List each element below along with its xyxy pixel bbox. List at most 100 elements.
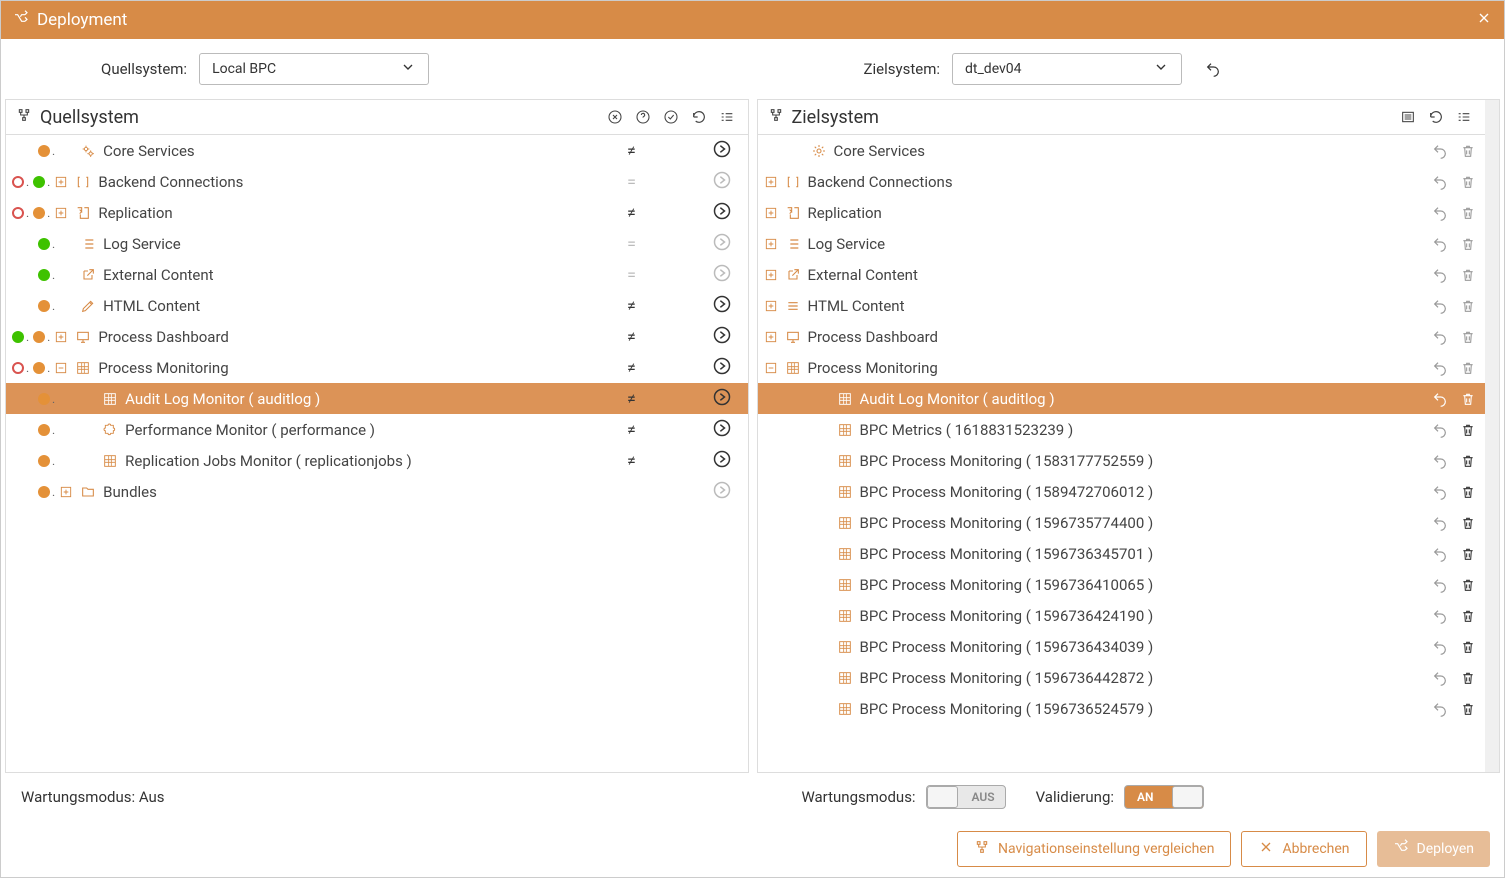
expand-button[interactable] <box>54 330 68 344</box>
tree-row[interactable]: BPC Process Monitoring ( 1596736410065 ) <box>758 569 1486 600</box>
deploy-button[interactable]: Deployen <box>1377 831 1490 867</box>
tree-row[interactable]: .Audit Log Monitor ( auditlog )≠ <box>6 383 748 414</box>
delete-button[interactable] <box>1457 202 1479 224</box>
source-tree[interactable]: .Core Services≠..Backend Connections=..R… <box>6 135 748 772</box>
delete-button[interactable] <box>1457 295 1479 317</box>
tree-row[interactable]: Replication <box>758 197 1486 228</box>
delete-button[interactable] <box>1457 698 1479 720</box>
tree-row[interactable]: Audit Log Monitor ( auditlog ) <box>758 383 1486 414</box>
delete-button[interactable] <box>1457 605 1479 627</box>
delete-button[interactable] <box>1457 543 1479 565</box>
tree-row[interactable]: Backend Connections <box>758 166 1486 197</box>
undo-button[interactable] <box>1429 543 1451 565</box>
expand-button[interactable] <box>764 237 778 251</box>
apply-button[interactable] <box>702 294 742 318</box>
undo-button[interactable] <box>1429 140 1451 162</box>
tree-row[interactable]: Process Monitoring <box>758 352 1486 383</box>
validation-toggle[interactable]: AN <box>1124 785 1204 809</box>
delete-button[interactable] <box>1457 419 1479 441</box>
apply-button[interactable] <box>702 418 742 442</box>
delete-button[interactable] <box>1457 636 1479 658</box>
undo-button[interactable] <box>1429 202 1451 224</box>
expand-all-button[interactable] <box>716 106 738 128</box>
maintenance-toggle[interactable]: AUS <box>926 785 1006 809</box>
delete-button[interactable] <box>1457 450 1479 472</box>
expand-button[interactable] <box>59 485 73 499</box>
scrollbar[interactable] <box>1485 100 1499 772</box>
delete-button[interactable] <box>1457 667 1479 689</box>
tree-row[interactable]: BPC Process Monitoring ( 1596736424190 ) <box>758 600 1486 631</box>
delete-button[interactable] <box>1457 357 1479 379</box>
compare-nav-button[interactable]: Navigationseinstellung vergleichen <box>957 831 1232 867</box>
delete-button[interactable] <box>1457 388 1479 410</box>
tree-row[interactable]: ..Process Monitoring≠ <box>6 352 748 383</box>
undo-button[interactable] <box>1429 636 1451 658</box>
tree-row[interactable]: .Bundles <box>6 476 748 507</box>
collapse-button[interactable] <box>54 361 68 375</box>
tree-row[interactable]: .Performance Monitor ( performance )≠ <box>6 414 748 445</box>
undo-button[interactable] <box>1429 512 1451 534</box>
delete-button[interactable] <box>1457 512 1479 534</box>
tree-row[interactable]: HTML Content <box>758 290 1486 321</box>
undo-button[interactable] <box>1429 574 1451 596</box>
delete-button[interactable] <box>1457 264 1479 286</box>
undo-button[interactable] <box>1429 171 1451 193</box>
undo-button[interactable] <box>1429 481 1451 503</box>
delete-button[interactable] <box>1457 171 1479 193</box>
delete-button[interactable] <box>1457 326 1479 348</box>
tree-row[interactable]: .Core Services≠ <box>6 135 748 166</box>
apply-button[interactable] <box>702 201 742 225</box>
target-tree[interactable]: Core ServicesBackend ConnectionsReplicat… <box>758 135 1486 772</box>
expand-button[interactable] <box>54 175 68 189</box>
apply-button[interactable] <box>702 325 742 349</box>
refresh-button[interactable] <box>688 106 710 128</box>
tree-row[interactable]: External Content <box>758 259 1486 290</box>
tree-row[interactable]: .Log Service= <box>6 228 748 259</box>
undo-button[interactable] <box>1429 667 1451 689</box>
tree-row[interactable]: BPC Metrics ( 1618831523239 ) <box>758 414 1486 445</box>
undo-button[interactable] <box>1429 605 1451 627</box>
delete-button[interactable] <box>1457 233 1479 255</box>
help-button[interactable] <box>632 106 654 128</box>
expand-button[interactable] <box>764 330 778 344</box>
undo-button[interactable] <box>1429 326 1451 348</box>
tree-row[interactable]: Log Service <box>758 228 1486 259</box>
tree-row[interactable]: ..Backend Connections= <box>6 166 748 197</box>
source-system-select[interactable]: Local BPC <box>199 53 429 85</box>
tree-row[interactable]: BPC Process Monitoring ( 1596735774400 ) <box>758 507 1486 538</box>
expand-all-button[interactable] <box>1453 106 1475 128</box>
tree-row[interactable]: BPC Process Monitoring ( 1596736434039 ) <box>758 631 1486 662</box>
close-button[interactable] <box>1476 10 1492 31</box>
tree-row[interactable]: BPC Process Monitoring ( 1583177752559 ) <box>758 445 1486 476</box>
clear-selection-button[interactable] <box>604 106 626 128</box>
apply-button[interactable] <box>702 387 742 411</box>
undo-button[interactable] <box>1429 698 1451 720</box>
tree-row[interactable]: ..Process Dashboard≠ <box>6 321 748 352</box>
tree-row[interactable]: .Replication Jobs Monitor ( replicationj… <box>6 445 748 476</box>
undo-button[interactable] <box>1429 233 1451 255</box>
cancel-button[interactable]: Abbrechen <box>1241 831 1366 867</box>
apply-button[interactable] <box>702 139 742 163</box>
undo-button[interactable] <box>1429 264 1451 286</box>
delete-button[interactable] <box>1457 481 1479 503</box>
apply-button[interactable] <box>702 449 742 473</box>
delete-button[interactable] <box>1457 140 1479 162</box>
tree-row[interactable]: ..Replication≠ <box>6 197 748 228</box>
undo-button[interactable] <box>1429 295 1451 317</box>
refresh-target-button[interactable] <box>1202 58 1224 80</box>
tree-row[interactable]: Core Services <box>758 135 1486 166</box>
tree-row[interactable]: BPC Process Monitoring ( 1596736524579 ) <box>758 693 1486 724</box>
expand-button[interactable] <box>764 206 778 220</box>
refresh-button[interactable] <box>1425 106 1447 128</box>
expand-button[interactable] <box>764 268 778 282</box>
target-system-select[interactable]: dt_dev04 <box>952 53 1182 85</box>
tree-row[interactable]: .External Content= <box>6 259 748 290</box>
collapse-button[interactable] <box>764 361 778 375</box>
tree-row[interactable]: BPC Process Monitoring ( 1589472706012 ) <box>758 476 1486 507</box>
tree-row[interactable]: Process Dashboard <box>758 321 1486 352</box>
tree-row[interactable]: .HTML Content≠ <box>6 290 748 321</box>
list-view-button[interactable] <box>1397 106 1419 128</box>
tree-row[interactable]: BPC Process Monitoring ( 1596736345701 ) <box>758 538 1486 569</box>
undo-button[interactable] <box>1429 419 1451 441</box>
expand-button[interactable] <box>764 299 778 313</box>
